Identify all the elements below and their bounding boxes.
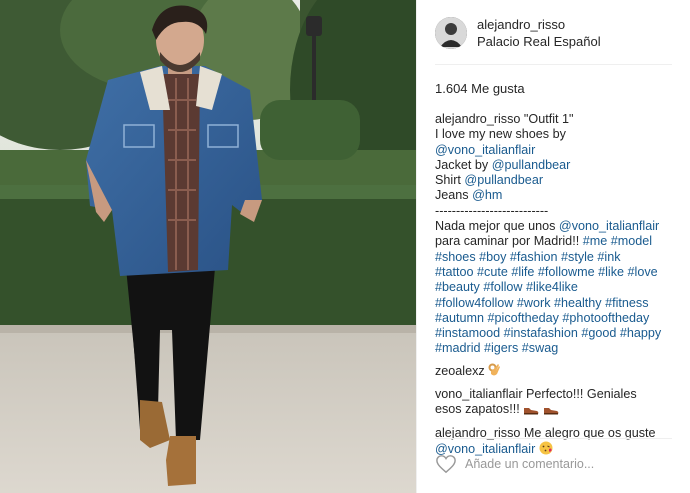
caption-separator: --------------------------- [435, 203, 549, 218]
post-header: alejandro_risso Palacio Real Español [435, 16, 601, 50]
header-divider [435, 64, 672, 65]
post-side-panel: alejandro_risso Palacio Real Español 1.6… [416, 0, 690, 493]
header-username[interactable]: alejandro_risso [477, 16, 601, 33]
ok-hand-icon [488, 363, 501, 381]
hashtag-link[interactable]: #madrid #igers #swag [435, 341, 676, 356]
caption-author[interactable]: alejandro_risso [435, 112, 520, 126]
comment-text: esos zapatos!!! [435, 402, 520, 417]
hashtag-link[interactable]: #instamood #instafashion #good #happy [435, 326, 676, 341]
header-location[interactable]: Palacio Real Español [477, 33, 601, 50]
photo-illustration [0, 0, 416, 493]
heart-icon[interactable] [435, 454, 457, 474]
mention-link[interactable]: @hm [472, 188, 502, 202]
mention-link[interactable]: @vono_italianflair [435, 143, 535, 157]
comments-list: alejandro_risso "Outfit 1" I love my new… [435, 112, 676, 465]
shoe-icon [543, 404, 559, 419]
caption-line: "Outfit 1" [523, 112, 574, 126]
avatar[interactable] [435, 17, 467, 49]
hashtag-link[interactable]: #autumn #picoftheday #photooftheday [435, 311, 676, 326]
hashtag-link[interactable]: #tattoo #cute #life #followme #like #lov… [435, 265, 676, 280]
avatar-image [435, 17, 467, 49]
instagram-post: alejandro_risso Palacio Real Español 1.6… [0, 0, 690, 493]
hashtag-link[interactable]: #beauty #follow #like4like [435, 280, 676, 295]
caption-line: para caminar por Madrid!! [435, 234, 583, 249]
caption: alejandro_risso "Outfit 1" I love my new… [435, 112, 676, 357]
hashtag-link[interactable]: #shoes #boy #fashion #style #ink [435, 250, 676, 265]
add-comment-row [435, 454, 665, 474]
comment-text: Perfecto!!! Geniales [526, 387, 637, 402]
comment-author[interactable]: zeoalexz [435, 364, 485, 378]
likes-count[interactable]: 1.604 Me gusta [435, 81, 525, 96]
hashtag-link[interactable]: #me #model [583, 234, 652, 248]
add-comment-input[interactable] [465, 457, 665, 471]
comments-divider [435, 438, 672, 439]
comment: zeoalexz [435, 363, 676, 381]
hashtag-link[interactable]: #follow4follow #work #healthy #fitness [435, 296, 676, 311]
caption-line: I love my new shoes by [435, 127, 566, 142]
shoe-icon [523, 404, 539, 419]
mention-link[interactable]: @pullandbear [464, 173, 543, 187]
caption-line: Shirt [435, 173, 465, 188]
caption-line: Jacket by [435, 157, 492, 172]
caption-line: Nada mejor que unos [435, 219, 559, 234]
mention-link[interactable]: @vono_italianflair [559, 219, 659, 233]
post-photo[interactable] [0, 0, 416, 493]
comment: vono_italianflair Perfecto!!! Geniales e… [435, 387, 676, 420]
mention-link[interactable]: @pullandbear [492, 158, 571, 172]
comment-author[interactable]: vono_italianflair [435, 387, 523, 401]
caption-line: Jeans [435, 188, 473, 203]
